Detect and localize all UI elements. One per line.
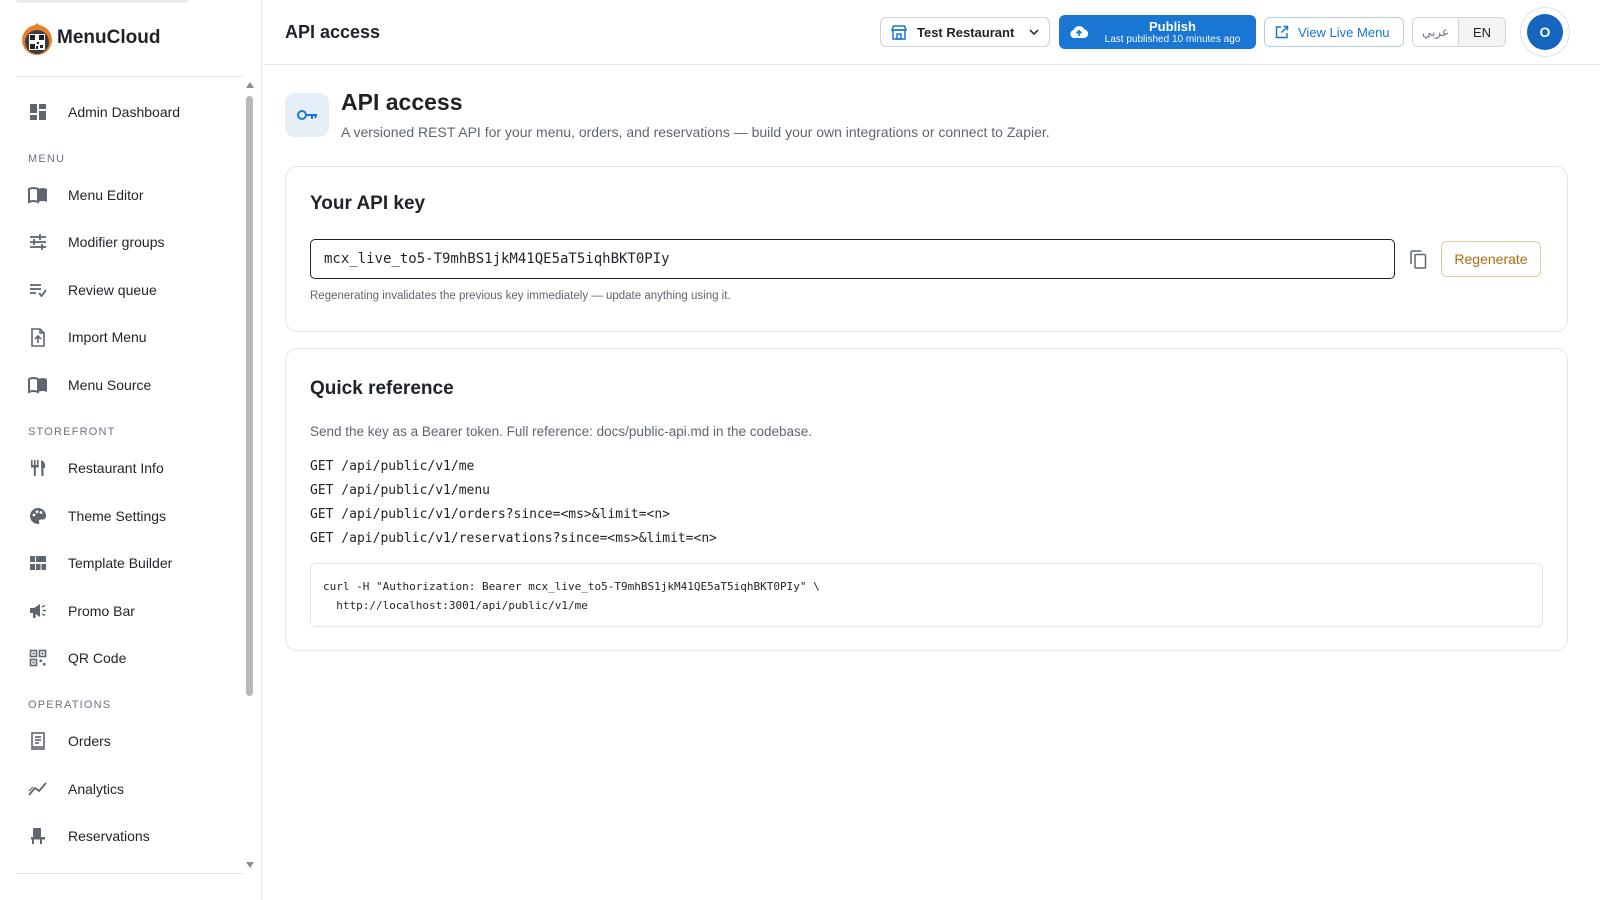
sidebar-item-label: Theme Settings bbox=[68, 508, 167, 524]
sidebar-item-label: Modifier groups bbox=[68, 234, 165, 250]
sidebar-item-orders[interactable]: Orders bbox=[16, 721, 238, 761]
language-arabic-button[interactable]: عربي bbox=[1413, 18, 1459, 46]
tune-icon bbox=[28, 232, 48, 252]
language-english-button[interactable]: EN bbox=[1459, 18, 1505, 46]
api-key-field[interactable]: mcx_live_to5-T9mhBS1jkM41QE5aT5iqhBKT0PI… bbox=[310, 239, 1395, 279]
page-subtitle: A versioned REST API for your menu, orde… bbox=[341, 124, 1050, 140]
sidebar-item-menu-editor[interactable]: Menu Editor bbox=[16, 175, 238, 215]
sidebar-item-template-builder[interactable]: Template Builder bbox=[16, 543, 238, 583]
curl-example-box[interactable]: curl -H "Authorization: Bearer mcx_live_… bbox=[310, 563, 1543, 627]
sidebar-item-promo-bar[interactable]: Promo Bar bbox=[16, 591, 238, 631]
file-upload-icon bbox=[28, 327, 48, 347]
publish-button[interactable]: Publish Last published 10 minutes ago bbox=[1059, 15, 1256, 49]
curl-line: curl -H "Authorization: Bearer mcx_live_… bbox=[323, 580, 820, 593]
sidebar-item-import-menu[interactable]: Import Menu bbox=[16, 317, 238, 357]
sidebar-item-theme-settings[interactable]: Theme Settings bbox=[16, 496, 238, 536]
curl-line: http://localhost:3001/api/public/v1/me bbox=[323, 599, 588, 612]
open-in-new-icon bbox=[1275, 25, 1289, 39]
endpoint-item: GET /api/public/v1/menu bbox=[310, 483, 491, 498]
brand-name: MenuCloud bbox=[57, 27, 161, 48]
megaphone-icon bbox=[28, 601, 48, 621]
sidebar: MenuCloud Admin Dashboard MENU Menu Edit… bbox=[0, 0, 262, 900]
qr-code-icon bbox=[28, 648, 48, 668]
sidebar-nav[interactable]: Admin Dashboard MENU Menu Editor Modifie… bbox=[0, 78, 262, 873]
scroll-thumb[interactable] bbox=[246, 96, 253, 696]
api-key-card: Your API key mcx_live_to5-T9mhBS1jkM41QE… bbox=[285, 166, 1568, 332]
api-key-card-title: Your API key bbox=[310, 193, 426, 214]
sidebar-divider bbox=[16, 76, 244, 77]
regenerate-button[interactable]: Regenerate bbox=[1441, 241, 1541, 277]
grid-layout-icon bbox=[28, 553, 48, 573]
nav-section-menu: MENU bbox=[28, 153, 66, 165]
header-title: API access bbox=[285, 22, 381, 42]
brand-logo-icon bbox=[22, 23, 52, 55]
sidebar-item-menu-source[interactable]: Menu Source bbox=[16, 365, 238, 405]
sidebar-item-label: Template Builder bbox=[68, 555, 173, 571]
nav-section-storefront: STOREFRONT bbox=[28, 426, 116, 438]
sidebar-item-admin-dashboard[interactable]: Admin Dashboard bbox=[16, 92, 238, 132]
endpoint-item: GET /api/public/v1/orders?since=<ms>&lim… bbox=[310, 507, 671, 522]
chevron-down-icon bbox=[1029, 29, 1039, 35]
publish-status-text: Last published 10 minutes ago bbox=[1104, 33, 1241, 45]
copy-icon bbox=[1409, 249, 1426, 269]
sidebar-item-label: Promo Bar bbox=[68, 603, 135, 619]
page-title: API access bbox=[341, 89, 463, 115]
storefront-icon bbox=[891, 24, 907, 40]
restaurant-icon bbox=[28, 458, 48, 478]
quick-reference-title: Quick reference bbox=[310, 378, 454, 399]
key-icon bbox=[285, 93, 329, 137]
receipt-icon bbox=[28, 731, 48, 751]
restaurant-selector-label: Test Restaurant bbox=[917, 24, 1015, 40]
publish-button-label: Publish bbox=[1149, 18, 1196, 34]
sidebar-item-label: Import Menu bbox=[68, 329, 147, 345]
sidebar-item-modifier-groups[interactable]: Modifier groups bbox=[16, 222, 238, 262]
nav-section-operations: OPERATIONS bbox=[28, 699, 112, 711]
sidebar-item-label: Restaurant Info bbox=[68, 460, 164, 476]
copy-api-key-button[interactable] bbox=[1404, 245, 1432, 273]
menu-book-icon bbox=[28, 375, 48, 395]
sidebar-top-indicator bbox=[16, 0, 188, 3]
sidebar-item-review-queue[interactable]: Review queue bbox=[16, 270, 238, 310]
top-header: API access Test Restaurant Publish Last … bbox=[263, 0, 1600, 65]
sidebar-divider bbox=[16, 873, 244, 874]
analytics-icon bbox=[28, 779, 48, 799]
view-live-menu-label: View Live Menu bbox=[1298, 24, 1390, 40]
endpoint-list: GET /api/public/v1/me GET /api/public/v1… bbox=[310, 455, 717, 551]
dashboard-icon bbox=[28, 102, 48, 122]
scroll-up-arrow-icon[interactable] bbox=[246, 82, 254, 88]
sidebar-item-restaurant-info[interactable]: Restaurant Info bbox=[16, 448, 238, 488]
sidebar-item-label: Review queue bbox=[68, 282, 157, 298]
sidebar-item-analytics[interactable]: Analytics bbox=[16, 769, 238, 809]
sidebar-item-label: Menu Source bbox=[68, 377, 152, 393]
sidebar-item-label: Analytics bbox=[68, 781, 125, 797]
user-menu-button[interactable]: O bbox=[1520, 7, 1570, 57]
table-chair-icon bbox=[28, 826, 48, 846]
sidebar-item-qr-code[interactable]: QR Code bbox=[16, 638, 238, 678]
sidebar-item-label: QR Code bbox=[68, 650, 127, 666]
sidebar-item-label: Orders bbox=[68, 733, 111, 749]
menu-book-icon bbox=[28, 185, 48, 205]
restaurant-selector[interactable]: Test Restaurant bbox=[880, 17, 1050, 47]
sidebar-item-label: Menu Editor bbox=[68, 187, 144, 203]
playlist-check-icon bbox=[28, 280, 48, 300]
endpoint-item: GET /api/public/v1/me bbox=[310, 459, 475, 474]
sidebar-item-reservations[interactable]: Reservations bbox=[16, 816, 238, 856]
brand[interactable]: MenuCloud bbox=[20, 18, 160, 58]
scroll-down-arrow-icon[interactable] bbox=[246, 862, 254, 868]
avatar: O bbox=[1527, 14, 1563, 50]
language-toggle[interactable]: عربي EN bbox=[1412, 17, 1506, 47]
endpoint-item: GET /api/public/v1/reservations?since=<m… bbox=[310, 531, 717, 546]
view-live-menu-button[interactable]: View Live Menu bbox=[1264, 17, 1404, 47]
sidebar-item-label: Admin Dashboard bbox=[68, 104, 181, 120]
api-key-hint: Regenerating invalidates the previous ke… bbox=[310, 290, 731, 302]
quick-reference-description: Send the key as a Bearer token. Full ref… bbox=[310, 424, 813, 439]
cloud-upload-icon bbox=[1070, 26, 1089, 38]
palette-icon bbox=[28, 506, 48, 526]
sidebar-scrollbar[interactable] bbox=[244, 80, 256, 870]
sidebar-item-label: Reservations bbox=[68, 828, 150, 844]
quick-reference-card: Quick reference Send the key as a Bearer… bbox=[285, 348, 1568, 651]
